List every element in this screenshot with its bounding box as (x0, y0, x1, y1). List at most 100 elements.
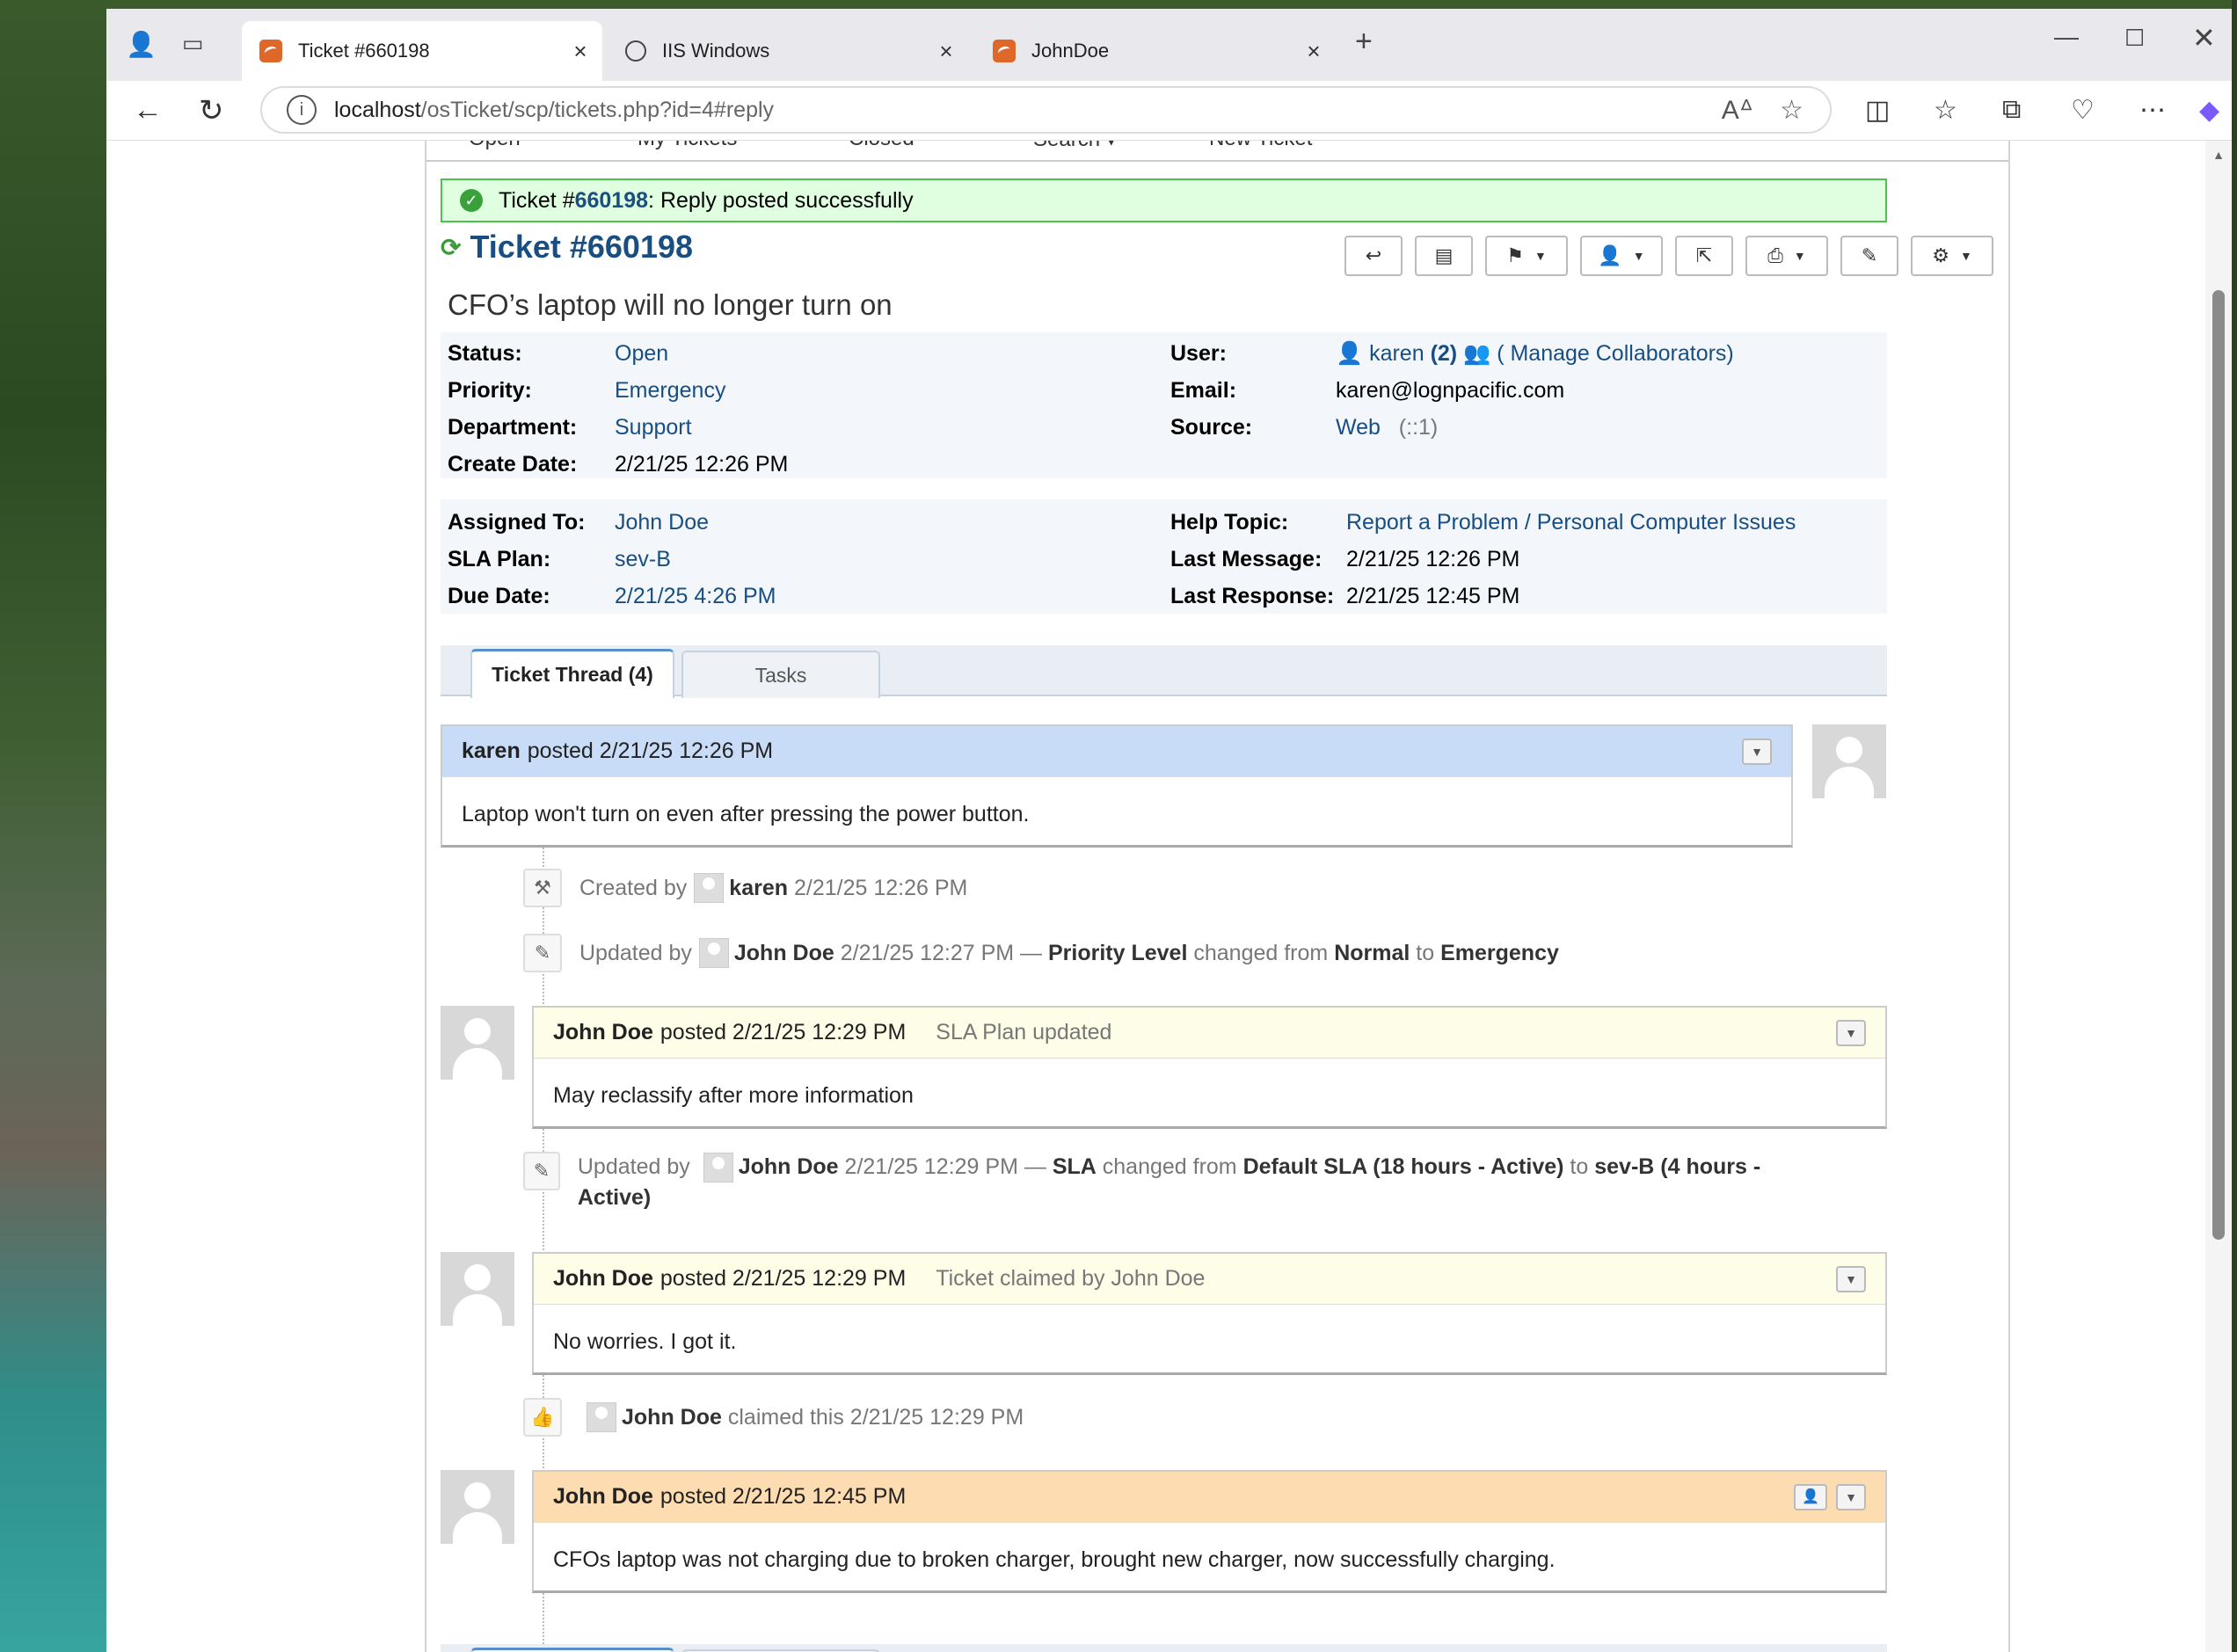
close-window-icon[interactable]: ✕ (2192, 21, 2216, 55)
entry-timestamp: posted 2/21/25 12:29 PM (659, 1266, 907, 1291)
read-aloud-icon[interactable]: Aᐞ (1722, 95, 1753, 126)
status-value[interactable]: Open (615, 341, 668, 367)
scrollbar-thumb[interactable] (2212, 290, 2225, 1240)
close-tab-icon[interactable]: × (931, 38, 961, 65)
tab-label: JohnDoe (1031, 40, 1110, 62)
entry-options-dropdown[interactable]: ▼ (1836, 1019, 1866, 1046)
thread-entry-message: karen posted 2/21/25 12:26 PM ▼ Laptop w… (441, 724, 1793, 848)
priority-value[interactable]: Emergency (615, 378, 725, 404)
entry-options-dropdown[interactable]: ▼ (1836, 1265, 1866, 1292)
sla-label: SLA Plan: (448, 547, 551, 571)
source-text[interactable]: Web (1336, 415, 1381, 440)
close-tab-icon[interactable]: × (565, 38, 595, 65)
url-text: localhost/osTicket/scp/tickets.php?id=4#… (334, 97, 775, 122)
event-from: Normal (1334, 940, 1410, 965)
internal-user-icon[interactable]: 👤 (1794, 1483, 1827, 1510)
split-screen-icon[interactable]: ◫ (1865, 95, 1890, 126)
manage-collaborators-link[interactable]: ( Manage Collaborators) (1497, 341, 1734, 366)
subnav-my-tickets[interactable]: My Tickets (638, 141, 737, 151)
subnav-search[interactable]: Search ▾ (1033, 141, 1117, 152)
avatar (441, 1006, 514, 1080)
event-text: Updated by John Doe 2/21/25 12:29 PM — S… (578, 1152, 1772, 1212)
alert-ticket-link[interactable]: 660198 (575, 188, 648, 214)
copilot-icon[interactable]: ◆ (2199, 95, 2219, 126)
priority-label: Priority: (448, 378, 532, 403)
scroll-up-icon[interactable]: ▲ (2212, 148, 2225, 162)
tab-ticket[interactable]: Ticket #660198 × (242, 21, 602, 81)
browser-essentials-icon[interactable]: ♡ (2071, 95, 2095, 126)
chevron-down-icon: ▼ (1632, 249, 1645, 263)
department-value[interactable]: Support (615, 415, 692, 440)
assigned-value[interactable]: John Doe (615, 510, 709, 535)
event-time: 2/21/25 12:29 PM — (844, 1154, 1046, 1179)
help-topic-value[interactable]: Report a Problem / Personal Computer Iss… (1346, 510, 1796, 535)
entry-options-dropdown[interactable]: ▼ (1836, 1483, 1866, 1510)
subnav-new-ticket[interactable]: New Ticket (1209, 141, 1312, 151)
pencil-icon: ✎ (523, 934, 562, 972)
subnav-open[interactable]: Open (469, 141, 521, 151)
back-icon[interactable]: ← (133, 93, 163, 127)
tab-post-reply[interactable] (470, 1648, 674, 1652)
ticket-actions: ↩ ▤ ⚑ ▼ 👤 ▼ ⇱ ⎙ ▼ ✎ ⚙ ▼ (1344, 236, 2006, 278)
avatar (694, 873, 725, 903)
email-row: Email: karen@lognpacific.com (1170, 378, 1564, 404)
more-menu-icon[interactable]: ⋯ (2139, 95, 2166, 126)
avatar (698, 938, 729, 968)
department-row: Department: Support (448, 415, 692, 440)
user-name[interactable]: karen (1369, 341, 1425, 366)
success-alert: ✓ Ticket #660198: Reply posted successfu… (441, 178, 1887, 222)
minimize-icon[interactable]: — (2054, 23, 2079, 51)
assign-dropdown-button[interactable]: 👤 ▼ (1580, 236, 1663, 276)
new-tab-icon[interactable]: + (1355, 25, 1373, 59)
entry-body: Laptop won't turn on even after pressing… (462, 802, 1030, 826)
sla-value[interactable]: sev-B (615, 547, 671, 572)
tab-label: IIS Windows (662, 40, 770, 62)
scrollbar[interactable]: ▲ (2205, 141, 2232, 1652)
status-dropdown-button[interactable]: ⚑ ▼ (1485, 236, 1568, 276)
avatar (1812, 724, 1886, 798)
edit-button[interactable]: ✎ (1840, 236, 1898, 276)
site-info-icon[interactable]: i (287, 95, 317, 125)
last-response-label: Last Response: (1170, 584, 1335, 608)
favorite-star-icon[interactable]: ☆ (1780, 95, 1803, 126)
due-date-value[interactable]: 2/21/25 4:26 PM (615, 584, 776, 609)
entry-header: John Doe posted 2/21/25 12:29 PM SLA Pla… (534, 1008, 1885, 1059)
collections-icon[interactable]: ⧉ (2002, 95, 2021, 125)
due-date-label: Due Date: (448, 584, 550, 608)
tab-tasks[interactable]: Tasks (681, 651, 880, 698)
tab-ticket-thread[interactable]: Ticket Thread (4) (470, 649, 674, 698)
transfer-button[interactable]: ⇱ (1675, 236, 1733, 276)
profile-icon[interactable]: 👤 (126, 30, 157, 59)
source-value[interactable]: Web (::1) (1336, 415, 1438, 440)
event-user: John Doe (733, 940, 834, 965)
post-note-button[interactable]: ▤ (1415, 236, 1473, 276)
close-tab-icon[interactable]: × (1299, 38, 1329, 65)
priority-row: Priority: Emergency (448, 378, 725, 404)
entry-body: May reclassify after more information (553, 1083, 914, 1108)
tab-iis-windows[interactable]: IIS Windows × (608, 21, 968, 81)
user-label: User: (1170, 341, 1227, 366)
create-date-value: 2/21/25 12:26 PM (615, 452, 789, 477)
more-options-dropdown-button[interactable]: ⚙ ▼ (1911, 236, 1993, 276)
refresh-icon[interactable]: ↻ (199, 93, 224, 128)
avatar (441, 1252, 514, 1326)
tab-johndoe[interactable]: JohnDoe × (975, 21, 1336, 81)
ticket-title[interactable]: ⟳ Ticket #660198 (441, 229, 693, 266)
maximize-icon[interactable]: ☐ (2124, 25, 2145, 52)
print-dropdown-button[interactable]: ⎙ ▼ (1745, 236, 1828, 276)
url-input[interactable]: i localhost/osTicket/scp/tickets.php?id=… (260, 86, 1832, 134)
event-changed-text: changed from (1193, 940, 1329, 965)
due-date-row: Due Date: 2/21/25 4:26 PM (448, 584, 776, 609)
pencil-icon: ✎ (523, 1152, 560, 1190)
user-icon: 👤 (1598, 244, 1622, 266)
entry-options-dropdown[interactable]: ▼ (1742, 738, 1772, 765)
favorites-icon[interactable]: ☆ (1934, 95, 1957, 126)
reply-button[interactable]: ↩ (1344, 236, 1403, 276)
event-prefix: Updated by (579, 940, 692, 965)
refresh-icon[interactable]: ⟳ (441, 233, 461, 262)
entry-body: CFOs laptop was not charging due to brok… (553, 1547, 1556, 1572)
subnav-closed[interactable]: Closed (849, 141, 914, 151)
user-value[interactable]: 👤 karen (2) 👥 ( Manage Collaborators) (1336, 341, 1734, 367)
avatar (703, 1153, 733, 1183)
tab-actions-icon[interactable]: ▭ (182, 30, 204, 57)
